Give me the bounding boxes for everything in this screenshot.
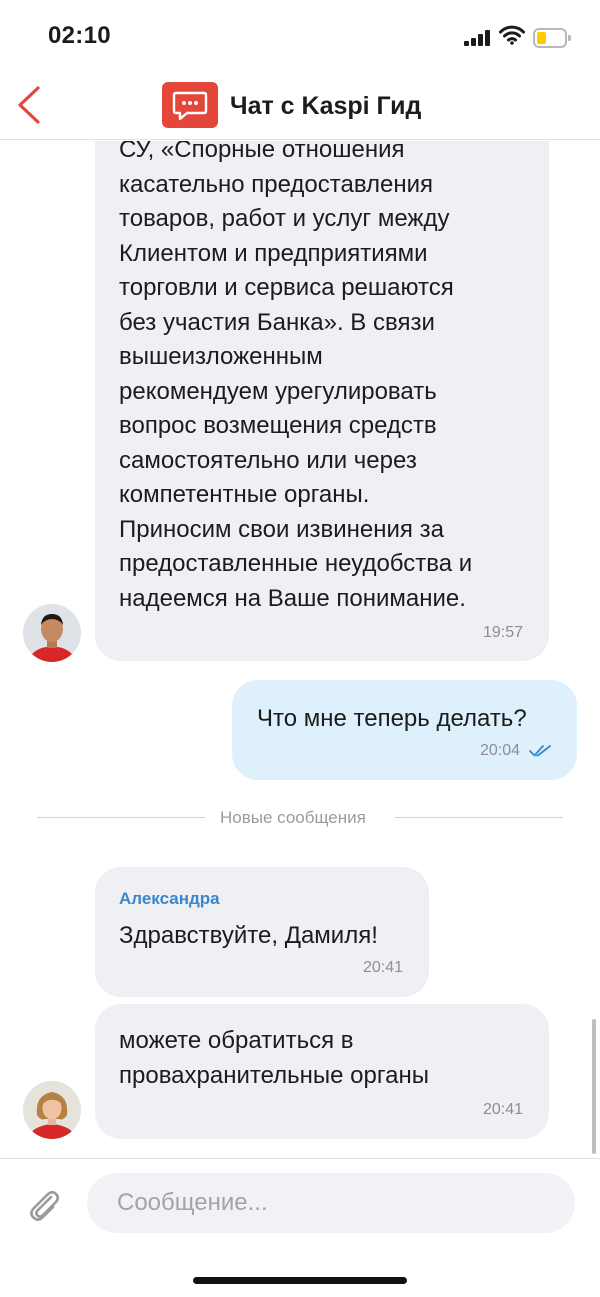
message-line: можете обратиться в — [119, 1027, 354, 1054]
new-messages-divider: Новые сообщения — [220, 808, 366, 827]
incoming-message[interactable]: можете обратиться в провахранительные ор… — [95, 1004, 549, 1139]
message-line: торговли и сервиса решаются — [119, 274, 454, 301]
wifi-icon — [499, 25, 525, 45]
back-button[interactable] — [10, 80, 50, 130]
message-time: 20:41 — [482, 1101, 523, 1118]
message-line: рекомендуем урегулировать — [119, 377, 437, 405]
outgoing-message[interactable]: Что мне теперь делать? 20:04 — [232, 680, 577, 780]
status-bar: 02:10 — [0, 0, 600, 72]
paperclip-icon — [30, 1190, 60, 1221]
chat-header: Чат с Kaspi Гид — [0, 72, 600, 140]
message-list[interactable]: СУ, «Спорные отношения касательно предос… — [0, 141, 600, 1158]
chat-title: Чат с Kaspi Гид — [230, 92, 422, 120]
chat-bubble-icon — [162, 82, 218, 128]
message-line: касательно предоставления — [119, 170, 434, 198]
divider-line-right — [395, 817, 563, 818]
message-line: компетентные органы. — [119, 481, 370, 508]
message-line: вопрос возмещения средств — [119, 412, 437, 439]
message-line: предоставленные неудобства и — [119, 550, 473, 577]
chevron-left-icon — [18, 86, 40, 124]
message-line: СУ, «Спорные отношения — [119, 141, 405, 163]
message-line: товаров, работ и услуг между — [119, 205, 450, 232]
message-line: самостоятельно или через — [119, 446, 417, 474]
scroll-indicator[interactable] — [592, 1019, 596, 1154]
home-indicator[interactable] — [193, 1277, 407, 1284]
sender-name: Александра — [119, 889, 220, 908]
cellular-signal-icon — [464, 30, 492, 46]
message-line: вышеизложенным — [119, 343, 323, 370]
incoming-message[interactable]: СУ, «Спорные отношения касательно предос… — [95, 141, 549, 661]
message-line: Клиентом и предприятиями — [119, 239, 428, 267]
message-time: 20:41 — [362, 959, 403, 976]
battery-low-icon — [533, 28, 571, 48]
message-line: надеемся на Ваше понимание. — [119, 584, 466, 612]
incoming-message[interactable]: Александра Здравствуйте, Дамиля! 20:41 — [95, 867, 429, 997]
message-line: без участия Банка». В связи — [119, 308, 435, 336]
status-time: 02:10 — [48, 22, 111, 49]
message-text: Что мне теперь делать? — [257, 705, 527, 732]
message-line: провахранительные органы — [119, 1061, 429, 1089]
message-time: 20:04 — [480, 742, 521, 759]
double-check-icon — [529, 745, 551, 757]
operator-avatar[interactable] — [23, 1081, 81, 1139]
message-line: Приносим свои извинения за — [119, 515, 444, 543]
message-composer — [0, 1158, 600, 1250]
message-text: Здравствуйте, Дамиля! — [119, 922, 378, 949]
attach-button[interactable] — [24, 1185, 62, 1223]
chat-screen: 02:10 Чат с Kaspi Гид СУ, «Спорные отнош… — [0, 0, 600, 1297]
divider-line-left — [37, 817, 205, 818]
operator-avatar[interactable] — [23, 604, 81, 662]
message-time: 19:57 — [482, 624, 523, 641]
message-input[interactable] — [87, 1173, 575, 1233]
